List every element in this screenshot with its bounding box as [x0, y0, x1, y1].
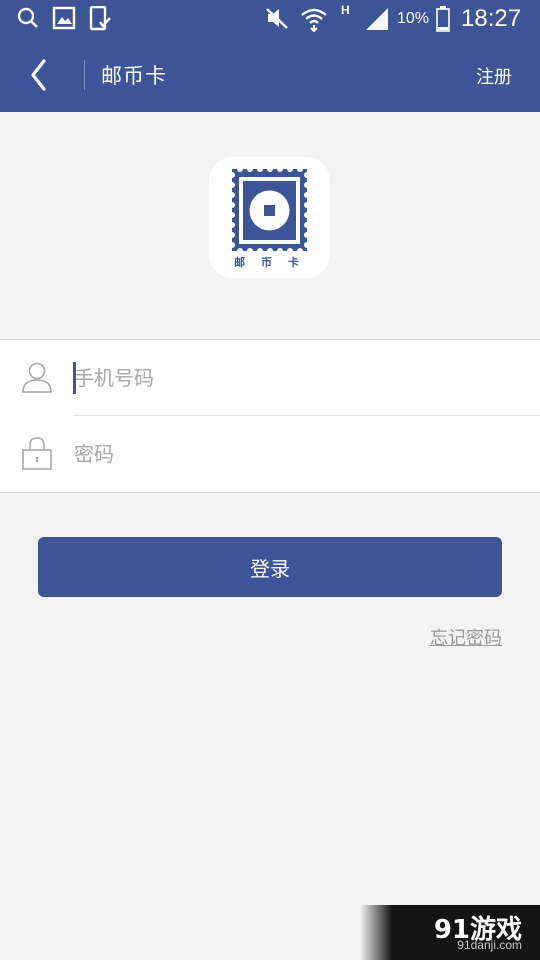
password-row	[0, 416, 540, 491]
login-button[interactable]: 登录	[38, 537, 502, 597]
mute-icon	[266, 8, 288, 29]
page-title: 邮币卡	[101, 64, 167, 88]
stamp-coin-logo: 邮 币 卡	[229, 166, 310, 269]
forgot-password-link[interactable]: 忘记密码	[430, 624, 502, 650]
app-logo: 邮 币 卡	[209, 157, 330, 278]
text-cursor	[73, 362, 76, 394]
logo-text: 邮 币 卡	[234, 255, 305, 269]
clock: 18:27	[461, 5, 522, 32]
search-icon	[17, 7, 38, 28]
password-input[interactable]	[74, 436, 494, 472]
watermark: 91游戏 91danji.com	[360, 905, 540, 960]
phone-input[interactable]	[74, 360, 494, 396]
login-form	[0, 339, 540, 493]
chevron-left-icon	[31, 59, 46, 91]
phone-row	[0, 340, 540, 416]
watermark-url: 91danji.com	[457, 938, 522, 952]
battery-icon	[436, 6, 450, 32]
network-type: H	[341, 3, 350, 17]
back-button[interactable]	[22, 54, 62, 96]
register-button[interactable]: 注册	[476, 63, 512, 89]
phone-check-icon	[89, 6, 111, 31]
login-screen: H 10% 18:27 邮币卡 注册 邮 币 卡 手机号码 登录 忘记密码 91…	[0, 0, 540, 960]
battery-percent: 10%	[397, 10, 430, 27]
signal-icon	[366, 8, 388, 30]
appbar-divider	[84, 60, 85, 90]
status-bar: H 10% 18:27	[0, 0, 540, 38]
image-icon	[52, 6, 76, 30]
app-bar: 邮币卡 注册	[0, 38, 540, 112]
user-icon	[22, 362, 52, 393]
lock-icon	[22, 437, 52, 470]
wifi-icon	[301, 8, 327, 32]
